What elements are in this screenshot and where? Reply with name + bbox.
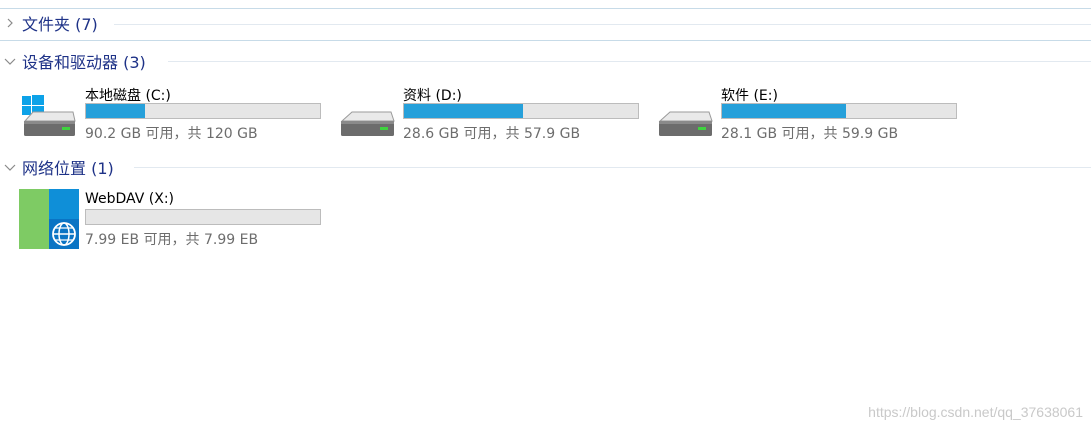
group-header-devices[interactable]: 设备和驱动器 (3)	[0, 49, 146, 73]
drive-usage-fill	[722, 104, 847, 118]
network-drive-icon	[19, 189, 79, 249]
drive-label: WebDAV (X:)	[85, 191, 174, 207]
drive-tile-c[interactable]: 本地磁盘 (C:) 90.2 GB 可用，共 120 GB	[19, 83, 329, 143]
group-title-network: 网络位置 (1)	[22, 159, 114, 178]
group-header-folders[interactable]: 文件夹 (7)	[0, 11, 98, 35]
explorer-this-pc-view: 文件夹 (7) 设备和驱动器 (3) 本地磁盘 (C:) 90.2 GB 可用，…	[0, 0, 1091, 428]
chevron-right-icon[interactable]	[2, 15, 18, 31]
drive-free-space: 28.6 GB 可用，共 57.9 GB	[403, 126, 581, 142]
hard-drive-icon	[337, 83, 397, 143]
drive-free-space: 28.1 GB 可用，共 59.9 GB	[721, 126, 899, 142]
drive-label: 软件 (E:)	[721, 88, 778, 104]
top-divider	[0, 8, 1091, 9]
group-divider-network	[134, 167, 1091, 168]
drive-tile-e[interactable]: 软件 (E:) 28.1 GB 可用，共 59.9 GB	[655, 83, 965, 143]
chevron-down-icon[interactable]	[2, 53, 18, 69]
drive-usage-fill	[404, 104, 524, 118]
group-title-folders: 文件夹 (7)	[22, 15, 98, 34]
drive-free-space: 90.2 GB 可用，共 120 GB	[85, 126, 258, 142]
drive-usage-bar	[85, 103, 321, 119]
drive-usage-bar	[85, 209, 321, 225]
drive-usage-bar	[403, 103, 639, 119]
watermark-text: https://blog.csdn.net/qq_37638061	[868, 404, 1083, 420]
drive-label: 本地磁盘 (C:)	[85, 88, 171, 104]
group-header-network[interactable]: 网络位置 (1)	[0, 155, 114, 179]
group-divider-devices	[168, 61, 1091, 62]
drive-tile-d[interactable]: 资料 (D:) 28.6 GB 可用，共 57.9 GB	[337, 83, 647, 143]
network-drive-tile-x[interactable]: WebDAV (X:) 7.99 EB 可用，共 7.99 EB	[19, 189, 329, 249]
drive-usage-fill	[86, 104, 145, 118]
group-title-devices: 设备和驱动器 (3)	[22, 53, 146, 72]
drive-usage-bar	[721, 103, 957, 119]
chevron-down-icon[interactable]	[2, 159, 18, 175]
windows-drive-icon	[19, 83, 79, 143]
group-divider-folders	[114, 24, 1091, 25]
drive-free-space: 7.99 EB 可用，共 7.99 EB	[85, 232, 259, 248]
drive-label: 资料 (D:)	[403, 88, 462, 104]
hard-drive-icon	[655, 83, 715, 143]
section-divider	[0, 40, 1091, 41]
